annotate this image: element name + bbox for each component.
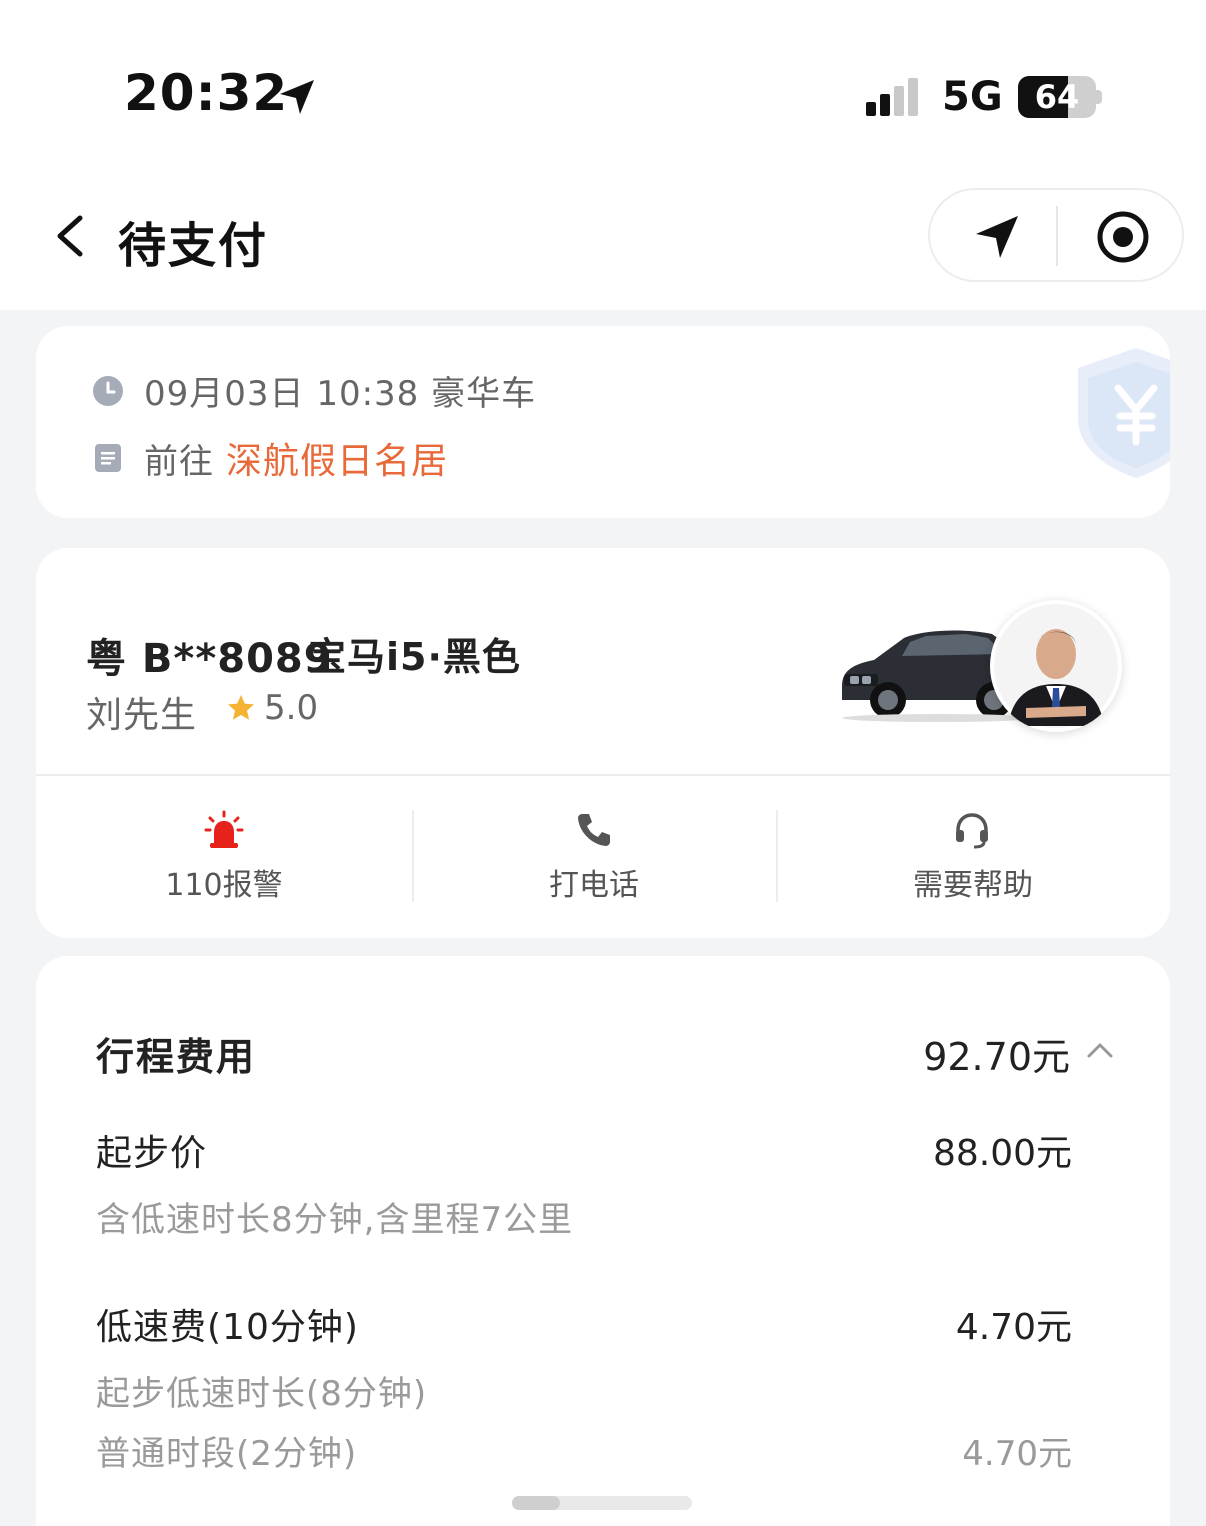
fee-breakdown-label: 普通时段(2分钟)	[96, 1434, 358, 1474]
rating-value: 5.0	[264, 688, 319, 728]
battery-percent: 64	[1034, 78, 1080, 116]
trip-datetime-row: 09月03日 10:38 豪华车	[92, 366, 536, 415]
card-divider	[36, 774, 1170, 776]
fee-breakdown-label: 起步低速时长(8分钟)	[96, 1374, 428, 1414]
chevron-up-icon[interactable]	[1086, 1038, 1114, 1062]
driver-rating: 5.0	[226, 688, 318, 728]
navigation-arrow-icon[interactable]	[970, 210, 1024, 264]
document-icon	[95, 444, 121, 472]
fee-item-label: 起步价	[96, 1133, 208, 1174]
trip-info-card: 09月03日 10:38 豪华车 前往 深航假日名居	[36, 326, 1170, 518]
shield-yuan-icon	[1078, 348, 1170, 478]
star-icon	[228, 695, 254, 720]
battery-nub	[1096, 90, 1102, 104]
driver-avatar[interactable]	[990, 600, 1122, 732]
fee-item-amount: 88.00元	[932, 1133, 1072, 1174]
car-model: 宝马i5·黑色	[308, 635, 521, 679]
action-label: 打电话	[549, 868, 639, 903]
clock-icon	[93, 375, 123, 406]
destination-prefix: 前往	[144, 441, 214, 482]
destination-name[interactable]: 深航假日名居	[226, 432, 448, 484]
back-chevron-icon[interactable]	[50, 212, 90, 260]
trip-destination-row[interactable]: 前往 深航假日名居	[92, 432, 448, 484]
action-label: 需要帮助	[913, 868, 1033, 903]
fee-section-title: 行程费用	[96, 1035, 257, 1079]
fee-item-note: 含低速时长8分钟,含里程7公里	[96, 1200, 574, 1240]
record-target-icon[interactable]	[1096, 210, 1150, 264]
fee-breakdown-amount: 4.70元	[962, 1434, 1072, 1474]
network-type: 5G	[942, 74, 1003, 120]
license-plate: 粤 B**8089	[86, 636, 333, 682]
fee-item-label: 低速费(10分钟)	[96, 1307, 359, 1348]
vehicle-card: 粤 B**8089 宝马i5·黑色 刘先生 5.0 110报警 打电话 需要帮助	[36, 548, 1170, 938]
driver-photo	[994, 604, 1118, 728]
status-time: 20:32	[124, 64, 289, 122]
driver-name: 刘先生	[86, 695, 198, 736]
trip-datetime: 09月03日 10:38 豪华车	[144, 374, 537, 414]
fee-item-amount: 4.70元	[955, 1307, 1072, 1348]
siren-icon	[204, 810, 244, 848]
location-arrow-icon	[280, 80, 314, 114]
action-label: 110报警	[165, 868, 283, 903]
battery-icon: 64	[1018, 76, 1096, 118]
capsule-menu	[928, 188, 1184, 282]
cellular-signal-icon	[866, 78, 918, 116]
phone-icon	[578, 814, 610, 846]
alarm-110-button[interactable]: 110报警	[36, 810, 412, 904]
scroll-indicator	[512, 1496, 692, 1510]
fee-card: 行程费用 92.70元 起步价 88.00元 含低速时长8分钟,含里程7公里 低…	[36, 956, 1170, 1526]
page-title: 待支付	[118, 218, 269, 274]
fee-total[interactable]: 92.70元	[923, 1026, 1070, 1081]
call-driver-button[interactable]: 打电话	[412, 810, 776, 904]
capsule-divider	[1056, 206, 1058, 266]
need-help-button[interactable]: 需要帮助	[776, 810, 1170, 904]
headset-icon	[956, 813, 988, 849]
